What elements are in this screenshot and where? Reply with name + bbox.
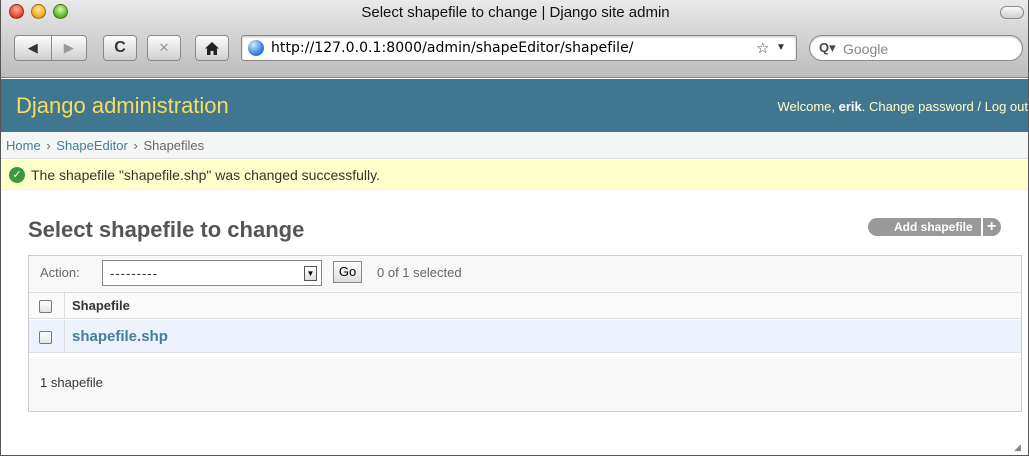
- breadcrumb-separator: ›: [46, 138, 51, 153]
- back-icon[interactable]: ◀: [15, 36, 51, 60]
- username: erik: [838, 99, 862, 114]
- table-row: shapefile.shp: [29, 320, 1021, 353]
- user-tools-separator: /: [973, 99, 985, 114]
- browser-chrome: Select shapefile to change | Django site…: [1, 0, 1028, 78]
- site-name[interactable]: Django administration: [16, 93, 229, 119]
- column-header-shapefile[interactable]: Shapefile: [72, 298, 130, 313]
- breadcrumb: Home › ShapeEditor › Shapefiles: [1, 132, 1028, 159]
- admin-header: Django administration Welcome, erik. Cha…: [1, 79, 1028, 132]
- add-shapefile-button[interactable]: Add shapefile +: [868, 218, 1001, 236]
- breadcrumb-current: Shapefiles: [143, 138, 205, 153]
- navigation-buttons: ◀ ▶: [14, 35, 87, 61]
- home-glyph: [205, 41, 219, 55]
- page-title: Select shapefile to change: [28, 217, 305, 242]
- welcome-end: .: [861, 99, 869, 114]
- globe-icon: [248, 40, 264, 56]
- changelist: Action: --------- ▼ Go 0 of 1 selected S…: [28, 255, 1022, 412]
- toolbar-toggle-button[interactable]: [1000, 6, 1024, 19]
- search-icon[interactable]: Q▾: [819, 40, 836, 56]
- reload-icon[interactable]: C: [103, 35, 137, 61]
- change-password-link[interactable]: Change password: [869, 99, 974, 114]
- address-url[interactable]: http://127.0.0.1:8000/admin/shapeEditor/…: [271, 40, 634, 56]
- add-shapefile-label[interactable]: Add shapefile: [868, 218, 981, 236]
- action-select[interactable]: --------- ▼: [102, 260, 322, 286]
- search-input[interactable]: Q▾ Google: [809, 35, 1023, 61]
- stop-icon[interactable]: ✕: [147, 35, 181, 61]
- home-icon[interactable]: [195, 35, 229, 61]
- breadcrumb-separator: ›: [133, 138, 138, 153]
- plus-icon[interactable]: +: [980, 218, 1001, 236]
- action-counter: 0 of 1 selected: [377, 265, 462, 280]
- result-count: 1 shapefile: [40, 375, 103, 390]
- browser-window: Select shapefile to change | Django site…: [0, 0, 1029, 456]
- row-checkbox[interactable]: [39, 331, 52, 344]
- address-bar[interactable]: http://127.0.0.1:8000/admin/shapeEditor/…: [241, 35, 797, 61]
- actions-bar: Action: --------- ▼ Go 0 of 1 selected: [29, 256, 1021, 293]
- breadcrumb-shapeeditor[interactable]: ShapeEditor: [56, 138, 128, 153]
- resize-grip-icon[interactable]: ◢: [1014, 442, 1024, 452]
- welcome-text: Welcome,: [777, 99, 839, 114]
- checkmark-icon: ✓: [9, 167, 25, 183]
- user-tools: Welcome, erik. Change password / Log out: [777, 99, 1028, 114]
- search-placeholder: Google: [843, 41, 889, 57]
- action-select-value: ---------: [110, 266, 158, 281]
- message-text: The shapefile "shapefile.shp" was change…: [31, 167, 380, 183]
- select-all-checkbox[interactable]: [39, 300, 52, 313]
- go-button[interactable]: Go: [333, 261, 362, 283]
- paginator: 1 shapefile: [29, 357, 1021, 411]
- table-header-row: Shapefile: [29, 293, 1021, 319]
- column-divider: [64, 320, 65, 352]
- bookmark-star-icon[interactable]: ☆: [756, 39, 769, 57]
- chevron-down-icon[interactable]: ▼: [304, 266, 317, 281]
- action-label: Action:: [40, 265, 80, 280]
- window-title: Select shapefile to change | Django site…: [361, 4, 670, 21]
- breadcrumb-home[interactable]: Home: [6, 138, 41, 153]
- shapefile-link[interactable]: shapefile.shp: [72, 328, 168, 345]
- success-message: ✓ The shapefile "shapefile.shp" was chan…: [1, 160, 1028, 190]
- history-dropdown-icon[interactable]: ▼: [776, 42, 786, 53]
- forward-icon[interactable]: ▶: [50, 36, 87, 60]
- logout-link[interactable]: Log out: [985, 99, 1028, 114]
- column-divider: [64, 293, 65, 318]
